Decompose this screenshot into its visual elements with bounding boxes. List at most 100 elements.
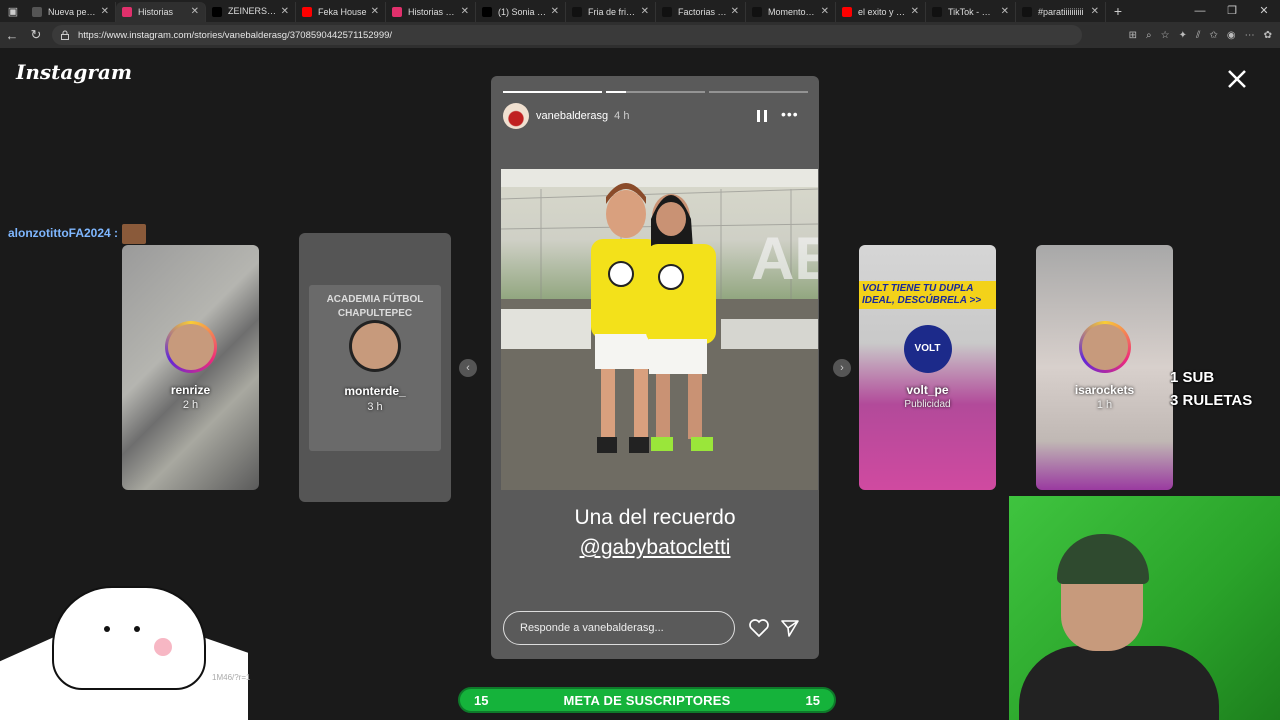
tab-close-icon[interactable]: ✕ bbox=[281, 6, 289, 17]
more-options-icon[interactable]: ••• bbox=[781, 107, 801, 123]
story-username: isarockets bbox=[1074, 383, 1135, 397]
close-window-icon[interactable]: ✕ bbox=[1248, 0, 1280, 22]
back-icon[interactable]: ← bbox=[0, 28, 24, 43]
browser-tab[interactable]: ZEINERS 😳 C ✕ bbox=[206, 1, 296, 22]
story-progress-bar bbox=[503, 91, 808, 93]
tab-label: Nueva pestaña bbox=[48, 6, 97, 17]
story-preview-isarockets[interactable]: isarockets 1 h bbox=[1036, 245, 1173, 490]
tab-label: Feka House bbox=[318, 6, 367, 17]
goal-label: META DE SUSCRIPTORES bbox=[563, 692, 731, 708]
tab-favicon-icon bbox=[662, 6, 672, 17]
browser-tab[interactable]: Fria de frias #c ✕ bbox=[566, 1, 656, 22]
tab-label: ZEINERS 😳 C bbox=[228, 6, 277, 16]
tab-favicon-icon bbox=[752, 6, 762, 17]
sub-reward-line-2: 3 RULETAS bbox=[1170, 392, 1253, 409]
story-time: 2 h bbox=[182, 399, 199, 411]
webcam-beanie bbox=[1057, 534, 1149, 584]
tab-favicon-icon bbox=[572, 6, 582, 17]
pause-icon[interactable] bbox=[755, 109, 769, 123]
progress-segment bbox=[503, 91, 602, 93]
main-story[interactable]: vanebalderasg 4 h ••• AE Una del recuerd… bbox=[491, 76, 819, 659]
app-available-icon[interactable]: ⊞ bbox=[1129, 30, 1137, 41]
tab-label: TikTok - Make bbox=[948, 6, 997, 17]
reply-input[interactable]: Responde a vanebalderasg... bbox=[503, 611, 735, 645]
browser-tab[interactable]: Feka House ✕ bbox=[296, 1, 386, 22]
stream-sub-reward-text: 1 SUB 3 RULETAS bbox=[1170, 366, 1252, 412]
browser-tab-bar: ▣ Nueva pestaña✕Historias✕ZEINERS 😳 C✕Fe… bbox=[0, 0, 1280, 22]
next-story-button[interactable]: › bbox=[833, 359, 851, 377]
tab-favicon-icon bbox=[32, 6, 42, 17]
tab-close-icon[interactable]: ✕ bbox=[371, 6, 379, 17]
tab-close-icon[interactable]: ✕ bbox=[731, 6, 739, 17]
restore-icon[interactable]: ❐ bbox=[1216, 0, 1248, 22]
story-mention-link[interactable]: @gabybatocletti bbox=[491, 536, 819, 560]
tab-actions-menu-icon[interactable]: ▣ bbox=[0, 0, 26, 22]
story-username[interactable]: vanebalderasg bbox=[536, 110, 608, 122]
tab-close-icon[interactable]: ✕ bbox=[101, 6, 109, 17]
tab-close-icon[interactable]: ✕ bbox=[1091, 6, 1099, 17]
subscriber-goal-bar: 15 META DE SUSCRIPTORES 15 bbox=[458, 687, 836, 713]
goal-current: 15 bbox=[474, 692, 489, 708]
tab-close-icon[interactable]: ✕ bbox=[641, 6, 649, 17]
tab-close-icon[interactable]: ✕ bbox=[1001, 6, 1009, 17]
extensions-icon[interactable]: ✦ bbox=[1179, 30, 1187, 41]
browser-tab[interactable]: MomentoStre ✕ bbox=[746, 1, 836, 22]
story-username: volt_pe bbox=[906, 383, 949, 397]
story-caption: Una del recuerdo bbox=[574, 506, 736, 529]
browser-tab[interactable]: #paratiiiiiiiiii ✕ bbox=[1016, 1, 1106, 22]
zoom-icon[interactable]: ⌕ bbox=[1146, 30, 1152, 41]
tab-close-icon[interactable]: ✕ bbox=[821, 6, 829, 17]
send-icon[interactable] bbox=[781, 619, 799, 637]
split-screen-icon[interactable]: ⫽ bbox=[1196, 30, 1200, 41]
svg-text:AE: AE bbox=[751, 225, 818, 292]
avatar[interactable] bbox=[503, 103, 529, 129]
tab-favicon-icon bbox=[482, 6, 492, 17]
browser-tab[interactable]: Historias ✕ bbox=[116, 1, 206, 22]
browser-tab[interactable]: (1) Sonia Lope ✕ bbox=[476, 1, 566, 22]
tab-favicon-icon bbox=[392, 6, 402, 17]
browser-tab[interactable]: TikTok - Make ✕ bbox=[926, 1, 1016, 22]
favorites-icon[interactable]: ✩ bbox=[1209, 30, 1217, 41]
tab-label: Historias bbox=[138, 6, 174, 17]
browser-tab[interactable]: Factorias #ch ✕ bbox=[656, 1, 746, 22]
story-preview-renrize[interactable]: renrize 2 h bbox=[122, 245, 259, 490]
tab-close-icon[interactable]: ✕ bbox=[551, 6, 559, 17]
chat-emote bbox=[122, 224, 146, 244]
close-icon[interactable] bbox=[1226, 68, 1248, 90]
progress-segment bbox=[606, 91, 705, 93]
photo-illustration: AE bbox=[500, 169, 819, 490]
story-time: 1 h bbox=[1096, 399, 1113, 411]
tab-close-icon[interactable]: ✕ bbox=[191, 6, 199, 17]
chat-username: alonzotittoFA2024 : bbox=[8, 226, 119, 240]
progress-segment bbox=[709, 91, 808, 93]
browser-tab[interactable]: el exito y caid ✕ bbox=[836, 1, 926, 22]
tab-close-icon[interactable]: ✕ bbox=[461, 6, 469, 17]
tab-label: el exito y caid bbox=[858, 6, 907, 17]
tab-close-icon[interactable]: ✕ bbox=[911, 6, 919, 17]
story-photo: AE bbox=[500, 169, 819, 490]
address-bar-row: ← ↻ https://www.instagram.com/stories/va… bbox=[0, 22, 1280, 48]
story-preview-volt[interactable]: VOLT TIENE TU DUPLA IDEAL, DESCÚBRELA >>… bbox=[859, 245, 996, 490]
tab-favicon-icon bbox=[932, 6, 942, 17]
new-tab-button[interactable]: + bbox=[1106, 3, 1130, 19]
reload-icon[interactable]: ↻ bbox=[24, 27, 48, 43]
previous-story-button[interactable]: ‹ bbox=[459, 359, 477, 377]
poster-title: ACADEMIA FÚTBOL CHAPULTEPEC bbox=[326, 294, 424, 319]
story-header: vanebalderasg 4 h bbox=[503, 102, 629, 130]
instagram-logo[interactable]: Instagram bbox=[16, 60, 132, 84]
browser-tab[interactable]: Nueva pestaña ✕ bbox=[26, 1, 116, 22]
tab-favicon-icon bbox=[122, 6, 132, 17]
sub-reward-line-1: 1 SUB bbox=[1170, 369, 1215, 386]
url-field[interactable]: https://www.instagram.com/stories/vaneba… bbox=[52, 25, 1082, 45]
browser-tab[interactable]: Historias • Inst ✕ bbox=[386, 1, 476, 22]
address-bar-icons: ⊞ ⌕ ☆ ✦ ⫽ ✩ ◉ ⋯ ✿ bbox=[1129, 22, 1272, 48]
profile-avatar[interactable]: ◉ bbox=[1227, 30, 1236, 41]
story-preview-monterde[interactable]: ACADEMIA FÚTBOL CHAPULTEPEC monterde_ 3 … bbox=[299, 233, 451, 502]
heart-icon[interactable] bbox=[749, 619, 769, 637]
favorite-star-icon[interactable]: ☆ bbox=[1161, 30, 1170, 41]
more-menu-icon[interactable]: ⋯ bbox=[1245, 30, 1255, 41]
copilot-icon[interactable]: ✿ bbox=[1264, 30, 1272, 41]
minimize-icon[interactable]: — bbox=[1184, 0, 1216, 22]
tab-favicon-icon bbox=[1022, 6, 1032, 17]
cat-eye bbox=[134, 626, 140, 632]
